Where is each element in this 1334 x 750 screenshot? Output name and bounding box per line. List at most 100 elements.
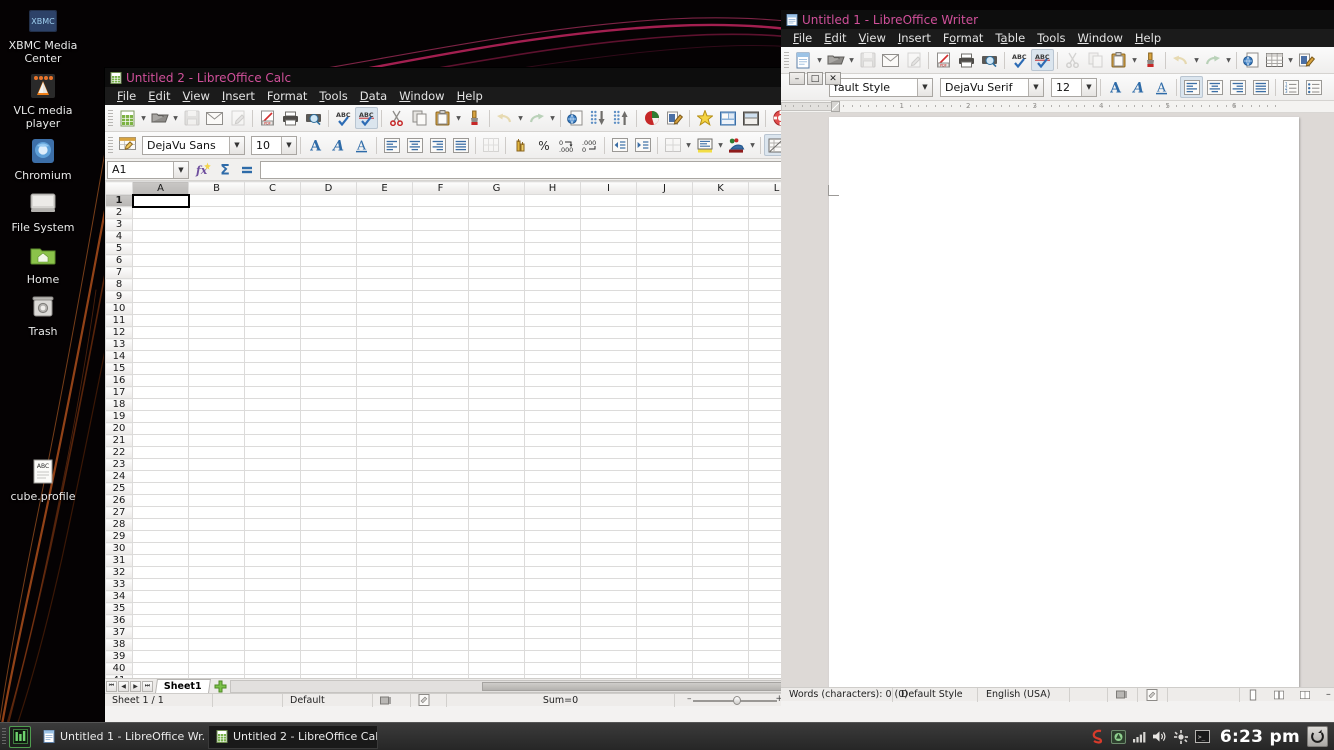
cell-J14[interactable]	[636, 350, 693, 363]
borders-icon[interactable]	[661, 134, 684, 156]
cell-C32[interactable]	[244, 566, 301, 579]
cell-H40[interactable]	[524, 662, 581, 675]
cell-B30[interactable]	[188, 542, 245, 555]
cell-I7[interactable]	[580, 266, 637, 279]
cell-H25[interactable]	[524, 482, 581, 495]
grid-row[interactable]: 38	[105, 638, 805, 651]
row-header-20[interactable]: 20	[105, 422, 133, 435]
row-header-13[interactable]: 13	[105, 338, 133, 351]
cell-G27[interactable]	[468, 506, 525, 519]
writer-menu-file[interactable]: File	[787, 30, 818, 46]
cell-D24[interactable]	[300, 470, 357, 483]
cell-D26[interactable]	[300, 494, 357, 507]
cell-J36[interactable]	[636, 614, 693, 627]
cell-B16[interactable]	[188, 374, 245, 387]
cell-D31[interactable]	[300, 554, 357, 567]
writer-menu-view[interactable]: View	[853, 30, 892, 46]
cell-F22[interactable]	[412, 446, 469, 459]
cell-K29[interactable]	[692, 530, 749, 543]
calc-menu-format[interactable]: Format	[261, 88, 314, 104]
row-header-30[interactable]: 30	[105, 542, 133, 555]
sort-descending-icon[interactable]	[610, 107, 633, 129]
cell-E20[interactable]	[356, 422, 413, 435]
row-header-23[interactable]: 23	[105, 458, 133, 471]
cell-G19[interactable]	[468, 410, 525, 423]
cell-B27[interactable]	[188, 506, 245, 519]
cell-G30[interactable]	[468, 542, 525, 555]
chevron-down-icon[interactable]: ▼	[281, 136, 296, 154]
cell-A9[interactable]	[132, 290, 189, 303]
cell-F7[interactable]	[412, 266, 469, 279]
row-header-34[interactable]: 34	[105, 590, 133, 603]
column-header-g[interactable]: G	[468, 181, 525, 195]
cell-D33[interactable]	[300, 578, 357, 591]
cell-K10[interactable]	[692, 302, 749, 315]
cell-A36[interactable]	[132, 614, 189, 627]
cell-F35[interactable]	[412, 602, 469, 615]
sheet-tab-sheet1[interactable]: Sheet1	[155, 679, 211, 693]
cell-J12[interactable]	[636, 326, 693, 339]
cell-J40[interactable]	[636, 662, 693, 675]
cell-J32[interactable]	[636, 566, 693, 579]
cell-F4[interactable]	[412, 230, 469, 243]
cell-H7[interactable]	[524, 266, 581, 279]
calc-font-name-combobox[interactable]: DejaVu Sans ▼	[142, 135, 245, 155]
cell-F11[interactable]	[412, 314, 469, 327]
cell-F10[interactable]	[412, 302, 469, 315]
cell-E7[interactable]	[356, 266, 413, 279]
row-header-32[interactable]: 32	[105, 566, 133, 579]
column-header-k[interactable]: K	[692, 181, 749, 195]
cell-I10[interactable]	[580, 302, 637, 315]
borders-dropdown[interactable]: ▼	[684, 134, 693, 156]
close-button[interactable]: ✕	[825, 72, 841, 85]
cell-C27[interactable]	[244, 506, 301, 519]
cell-H6[interactable]	[524, 254, 581, 267]
cell-K21[interactable]	[692, 434, 749, 447]
cell-A24[interactable]	[132, 470, 189, 483]
cell-H10[interactable]	[524, 302, 581, 315]
cell-J4[interactable]	[636, 230, 693, 243]
cell-H20[interactable]	[524, 422, 581, 435]
cell-H18[interactable]	[524, 398, 581, 411]
grid-row[interactable]: 22	[105, 446, 805, 459]
cell-A31[interactable]	[132, 554, 189, 567]
cell-J9[interactable]	[636, 290, 693, 303]
row-header-4[interactable]: 4	[105, 230, 133, 243]
row-header-19[interactable]: 19	[105, 410, 133, 423]
cell-I20[interactable]	[580, 422, 637, 435]
chevron-down-icon[interactable]: ▼	[173, 161, 188, 178]
cell-F31[interactable]	[412, 554, 469, 567]
cell-H21[interactable]	[524, 434, 581, 447]
cell-F33[interactable]	[412, 578, 469, 591]
cell-D38[interactable]	[300, 638, 357, 651]
cell-K37[interactable]	[692, 626, 749, 639]
cell-B12[interactable]	[188, 326, 245, 339]
freeze-rows-icon[interactable]	[739, 107, 762, 129]
cell-I23[interactable]	[580, 458, 637, 471]
copy-icon[interactable]	[1084, 49, 1107, 71]
cell-E14[interactable]	[356, 350, 413, 363]
cell-D10[interactable]	[300, 302, 357, 315]
cell-F25[interactable]	[412, 482, 469, 495]
cell-K33[interactable]	[692, 578, 749, 591]
grid-row[interactable]: 4	[105, 230, 805, 243]
chevron-down-icon[interactable]: ▼	[229, 136, 244, 154]
clone-formatting-icon[interactable]	[1139, 49, 1162, 71]
cell-A2[interactable]	[132, 206, 189, 219]
align-right-icon[interactable]	[1226, 76, 1249, 98]
cell-I37[interactable]	[580, 626, 637, 639]
row-header-40[interactable]: 40	[105, 662, 133, 675]
cell-D18[interactable]	[300, 398, 357, 411]
grid-row[interactable]: 24	[105, 470, 805, 483]
sum-icon[interactable]: Σ	[214, 160, 236, 179]
print-preview-icon[interactable]	[978, 49, 1001, 71]
row-header-14[interactable]: 14	[105, 350, 133, 363]
grid-row[interactable]: 11	[105, 314, 805, 327]
cell-I9[interactable]	[580, 290, 637, 303]
cell-G14[interactable]	[468, 350, 525, 363]
sort-ascending-icon[interactable]	[587, 107, 610, 129]
cell-A34[interactable]	[132, 590, 189, 603]
row-header-29[interactable]: 29	[105, 530, 133, 543]
cell-B2[interactable]	[188, 206, 245, 219]
align-right-icon[interactable]	[426, 134, 449, 156]
